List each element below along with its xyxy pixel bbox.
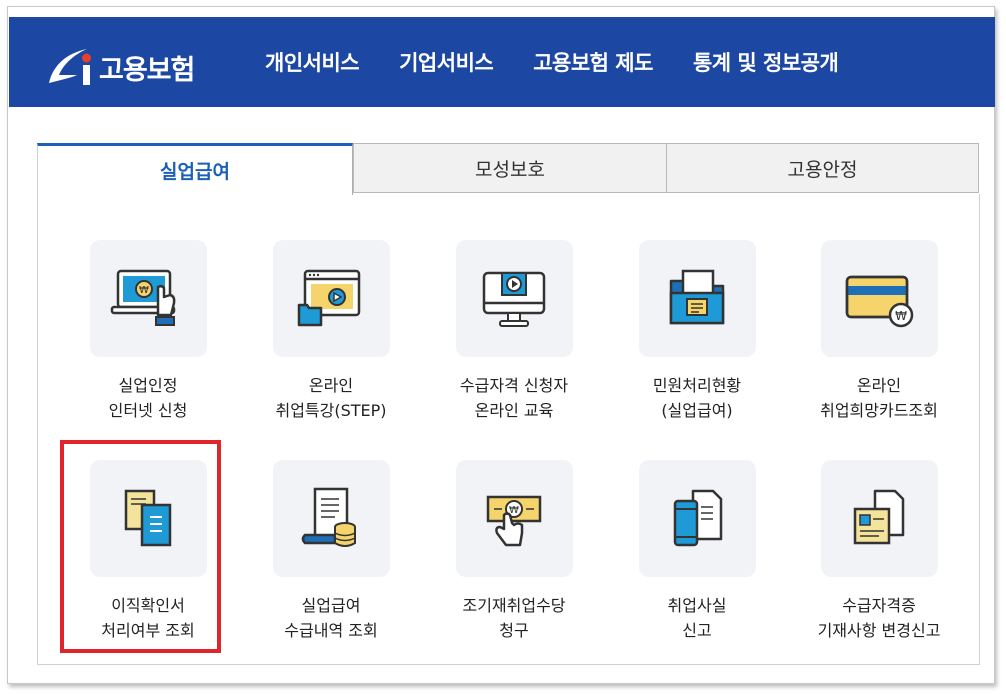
phone-document-icon xyxy=(638,460,756,577)
highlight-box xyxy=(60,440,221,653)
service-item[interactable]: 실업급여 수급내역 조회 xyxy=(251,460,411,643)
nav-statistics[interactable]: 통계 및 정보공개 xyxy=(693,47,839,77)
logo[interactable]: 고용보험 xyxy=(43,45,195,89)
service-label: 민원처리현황 (실업급여) xyxy=(652,376,742,420)
service-item[interactable]: ₩ 조기재취업수당 청구 xyxy=(434,460,594,643)
service-label: 취업사실 신고 xyxy=(667,596,727,640)
service-item[interactable]: 온라인 취업특강(STEP) xyxy=(251,240,411,423)
document-photo-icon xyxy=(820,460,938,577)
service-label: 온라인 취업특강(STEP) xyxy=(275,376,387,420)
tab-employment-stability[interactable]: 고용안정 xyxy=(666,143,979,193)
service-label: 수급자격 신청자 온라인 교육 xyxy=(459,376,569,420)
main-nav: 개인서비스 기업서비스 고용보험 제도 통계 및 정보공개 xyxy=(265,17,878,107)
service-item[interactable]: ₩ 온라인 취업희망카드조회 xyxy=(799,240,959,423)
service-label: 조기재취업수당 청구 xyxy=(462,596,566,640)
folder-document-icon xyxy=(638,240,756,357)
service-item[interactable]: 수급자격 신청자 온라인 교육 xyxy=(434,240,594,423)
service-item[interactable]: 수급자격증 기재사항 변경신고 xyxy=(799,460,959,643)
service-label: 온라인 취업희망카드조회 xyxy=(820,376,938,420)
service-item[interactable]: 취업사실 신고 xyxy=(617,460,777,643)
service-item[interactable]: ₩ 실업인정 인터넷 신청 xyxy=(68,240,228,423)
site-header: 고용보험 개인서비스 기업서비스 고용보험 제도 통계 및 정보공개 xyxy=(9,17,995,107)
video-browser-icon xyxy=(272,240,390,357)
service-label: 실업인정 인터넷 신청 xyxy=(108,376,188,420)
ei-logo-icon xyxy=(49,49,91,85)
nav-insurance-system[interactable]: 고용보험 제도 xyxy=(533,47,653,77)
logo-text: 고용보험 xyxy=(99,54,195,86)
tab-maternity-protection[interactable]: 모성보호 xyxy=(353,143,667,193)
svg-text:₩: ₩ xyxy=(895,309,907,323)
category-tabs: 실업급여 모성보호 고용안정 xyxy=(37,143,979,195)
service-label: 실업급여 수급내역 조회 xyxy=(284,596,378,640)
nav-business-service[interactable]: 기업서비스 xyxy=(399,47,494,77)
monitor-play-icon xyxy=(455,240,573,357)
laptop-touch-icon: ₩ xyxy=(89,240,207,357)
nav-personal-service[interactable]: 개인서비스 xyxy=(265,47,360,77)
scroll-coins-icon xyxy=(272,460,390,577)
service-item[interactable]: 민원처리현황 (실업급여) xyxy=(617,240,777,423)
svg-text:₩: ₩ xyxy=(139,285,149,296)
service-label: 수급자격증 기재사항 변경신고 xyxy=(817,596,941,640)
hand-bill-icon: ₩ xyxy=(455,460,573,577)
tab-unemployment-benefit[interactable]: 실업급여 xyxy=(37,143,353,195)
card-coin-icon: ₩ xyxy=(820,240,938,357)
